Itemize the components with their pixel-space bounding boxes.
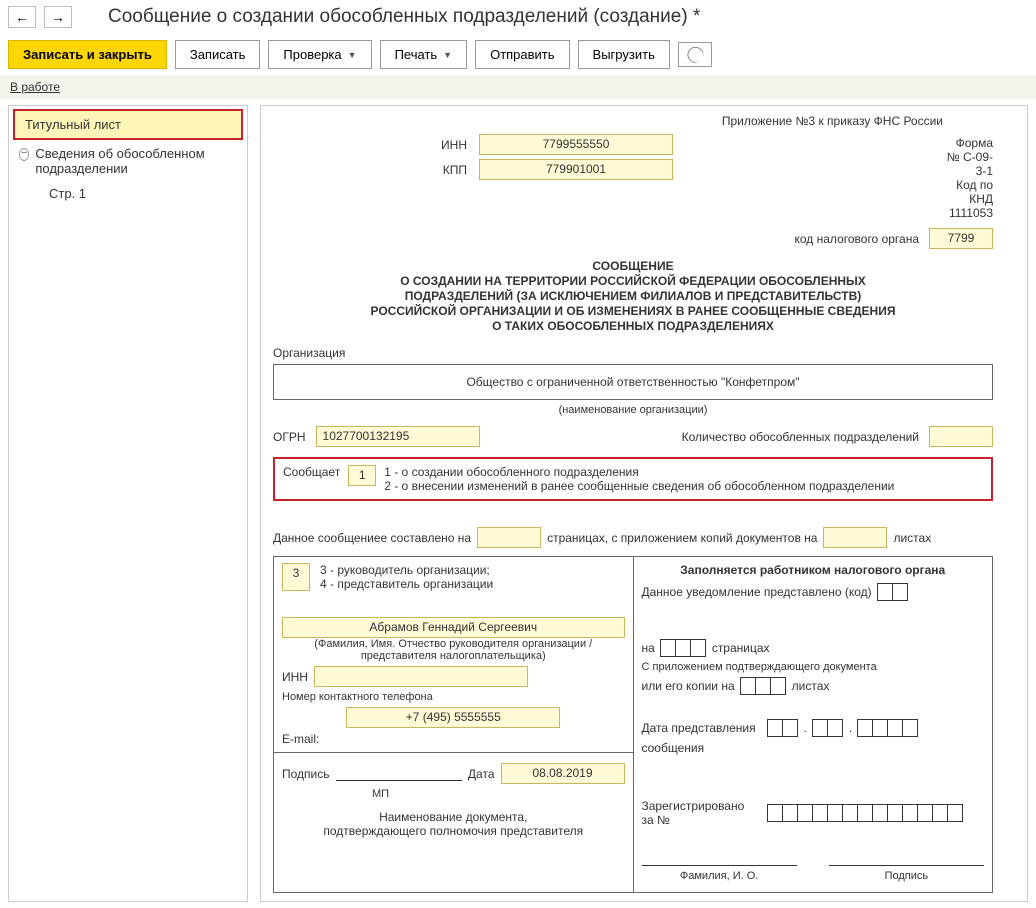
caret-down-icon: ▼ [443,50,452,60]
paperclip-icon [684,44,705,66]
signer-inn-field[interactable] [314,666,528,687]
send-button[interactable]: Отправить [475,40,569,69]
auth-pages-prefix: на [642,641,655,655]
authority-code-label: Данное уведомление представлено (код) [642,585,872,599]
pages-text-2: страницах, с приложением копий документо… [547,531,817,545]
document-panel: Приложение №3 к приказу ФНС России ИНН 7… [260,105,1028,902]
phone-label: Номер контактного телефона [282,691,625,703]
kpp-field[interactable]: 779901001 [479,159,673,180]
signer-code-field[interactable]: 3 [282,563,310,591]
sign-label: Подпись [282,767,330,781]
auth-reg-cells [768,804,963,822]
auth-pages-cells [661,639,706,657]
org-name-box[interactable]: Общество с ограниченной ответственностью… [273,364,993,400]
export-button[interactable]: Выгрузить [578,40,670,69]
forward-button[interactable]: → [44,6,72,28]
signer-inn-label: ИНН [282,670,308,684]
form-number: Форма № С-09-3-1 [943,136,993,178]
auth-copies-prefix: или его копии на [642,679,735,693]
check-label: Проверка [283,47,341,62]
report-code-field[interactable]: 1 [348,465,376,486]
print-button[interactable]: Печать ▼ [380,40,468,69]
authority-code-cells [878,583,908,601]
mp-label: МП [372,788,625,800]
signer-option-3: 3 - руководитель организации; [320,563,493,577]
subdivision-count-label: Количество обособленных подразделений [682,430,919,444]
tree-label: Сведения об обособленном подразделении [35,146,237,176]
auth-date-label1: Дата представления [642,721,762,735]
side-panel: Титульный лист − Сведения об обособленно… [8,105,248,902]
authority-column: Заполняется работником налогового органа… [633,556,994,893]
tree-item-title-page[interactable]: Титульный лист [13,109,243,140]
org-caption: (наименование организации) [273,404,993,416]
tree-item-subdivision-info[interactable]: − Сведения об обособленном подразделении [9,140,247,182]
tax-code-field[interactable]: 7799 [929,228,993,249]
phone-field[interactable]: +7 (495) 5555555 [346,707,560,728]
inn-field[interactable]: 7799555550 [479,134,673,155]
check-button[interactable]: Проверка ▼ [268,40,371,69]
caret-down-icon: ▼ [348,50,357,60]
ogrn-field[interactable]: 1027700132195 [316,426,480,447]
auth-reg-label1: Зарегистрировано [642,799,762,813]
signer-column: 3 3 - руководитель организации; 4 - пред… [273,556,633,893]
auth-copies-suffix: листах [792,679,830,693]
org-label: Организация [273,346,993,360]
window-title: Сообщение о создании обособленных подраз… [108,6,700,28]
attachment-count-field[interactable] [823,527,887,548]
pages-text-1: Данное сообщениее составлено на [273,531,471,545]
inn-label: ИНН [423,138,467,152]
report-option-2: 2 - о внесении изменений в ранее сообщен… [384,479,894,493]
auth-sign-caption: Подпись [829,870,984,882]
back-button[interactable]: ← [8,6,36,28]
tree-label: Титульный лист [25,117,121,132]
ogrn-label: ОГРН [273,430,306,444]
status-link[interactable]: В работе [10,80,60,94]
collapse-icon[interactable]: − [19,148,29,161]
knd-code: Код по КНД 1111053 [943,178,993,220]
authority-heading: Заполняется работником налогового органа [642,563,985,577]
report-option-1: 1 - о создании обособленного подразделен… [384,465,894,479]
save-and-close-button[interactable]: Записать и закрыть [8,40,167,69]
tree-item-page-1[interactable]: Стр. 1 [9,182,247,205]
auth-copies-cells [741,677,786,695]
auth-fio-caption: Фамилия, И. О. [642,870,797,882]
subdivision-count-field[interactable] [929,426,993,447]
signer-option-4: 4 - представитель организации [320,577,493,591]
pages-text-3: листах [893,531,931,545]
kpp-label: КПП [423,163,467,177]
print-label: Печать [395,47,438,62]
appendix-label: Приложение №3 к приказу ФНС России [423,114,943,128]
signature-line [336,766,462,781]
signer-name-field[interactable]: Абрамов Геннадий Сергеевич [282,617,625,638]
auth-date-label2: сообщения [642,741,985,755]
document-heading: СООБЩЕНИЕ О СОЗДАНИИ НА ТЕРРИТОРИИ РОССИ… [273,259,993,334]
auth-attach-label: С приложением подтверждающего документа [642,661,985,673]
email-label: E-mail: [282,732,319,746]
date-label: Дата [468,767,495,781]
signer-caption: (Фамилия, Имя. Отчество руководителя орг… [282,638,625,662]
tax-code-label: код налогового органа [795,232,920,246]
page-count-field[interactable] [477,527,541,548]
attach-button[interactable] [678,42,712,67]
save-button[interactable]: Записать [175,40,261,69]
auth-pages-suffix: страницах [712,641,770,655]
doc-name-line1: Наименование документа, [282,810,625,824]
doc-name-line2: подтверждающего полномочия представителя [282,824,625,838]
auth-reg-label2: за № [642,813,762,827]
report-type-box: Сообщает 1 1 - о создании обособленного … [273,457,993,501]
sign-date-field[interactable]: 08.08.2019 [501,763,625,784]
report-label: Сообщает [283,465,340,479]
